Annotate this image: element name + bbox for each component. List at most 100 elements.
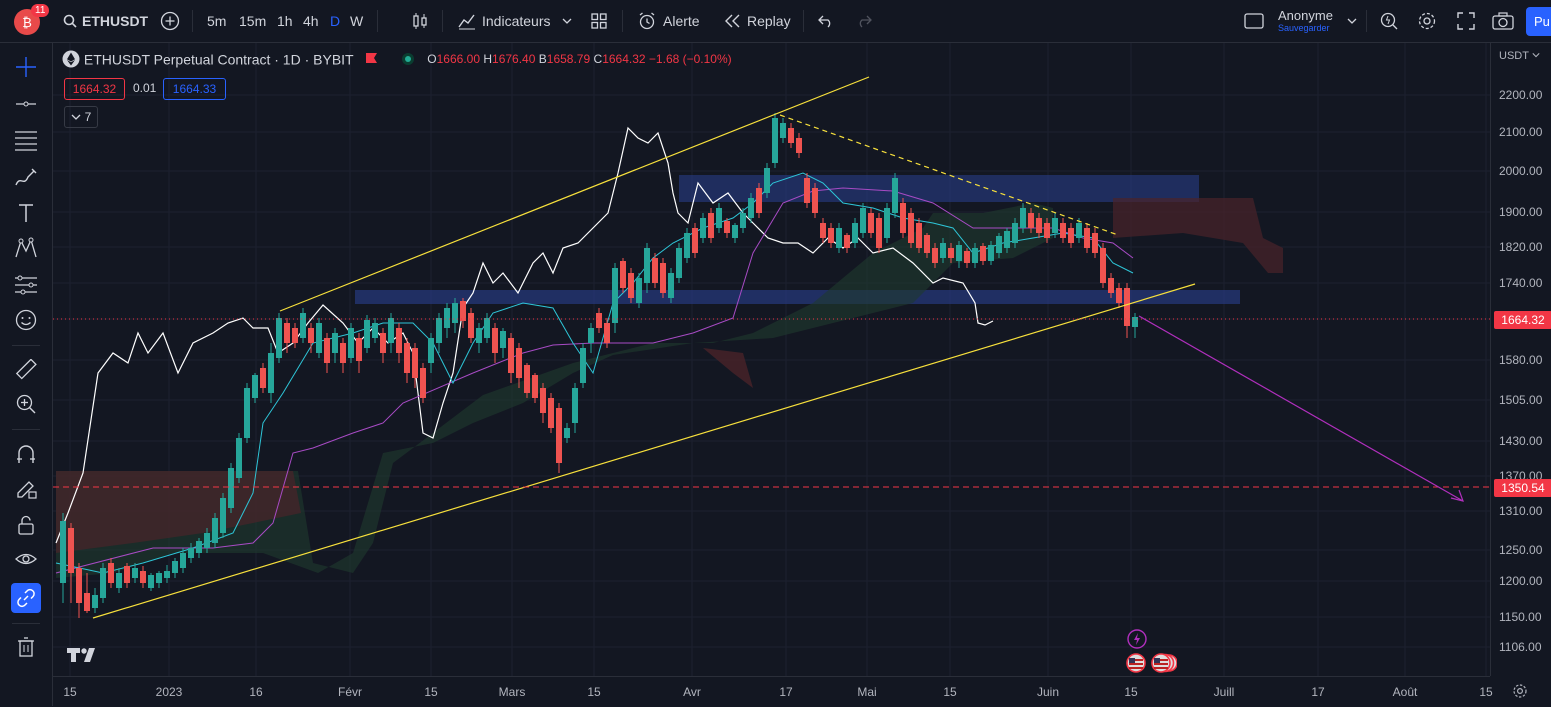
icons-tool[interactable]	[11, 305, 41, 335]
user-menu[interactable]: Anonyme Sauvegarder	[1278, 0, 1333, 42]
forecast-icon	[15, 275, 37, 295]
remove-drawings-tool[interactable]	[11, 632, 41, 662]
candle-body	[788, 128, 794, 143]
user-menu-chevron[interactable]	[1347, 0, 1357, 42]
chart-settings-button[interactable]	[1512, 683, 1528, 704]
candle-body	[540, 388, 546, 413]
layouts-button[interactable]	[590, 0, 608, 42]
replay-button[interactable]: Replay	[724, 0, 791, 42]
candle-body	[436, 318, 442, 343]
candle-body	[860, 208, 866, 233]
candle-body	[1004, 231, 1010, 248]
magnet-tool[interactable]	[11, 439, 41, 469]
interval-5m[interactable]: 5m	[207, 0, 226, 42]
fib-retracement-icon	[15, 131, 37, 151]
support-zone	[355, 290, 1240, 304]
candle-body	[260, 368, 266, 388]
candle-body	[748, 198, 754, 218]
interval-w[interactable]: W	[350, 0, 363, 42]
candle-body	[548, 398, 554, 428]
symbol-search[interactable]: ETHUSDT	[63, 0, 148, 42]
candle-body	[1124, 288, 1130, 326]
stay-drawing-tool[interactable]	[11, 474, 41, 504]
flag-icon[interactable]	[364, 52, 378, 66]
user-name: Anonyme	[1278, 7, 1333, 23]
candle-body	[828, 228, 834, 243]
prediction-tool[interactable]	[11, 270, 41, 300]
symbol-title[interactable]: ETHUSDT Perpetual Contract · 1D · BYBIT	[84, 51, 354, 67]
separator	[12, 345, 40, 346]
interval-1h[interactable]: 1h	[277, 0, 293, 42]
text-icon	[19, 204, 33, 222]
candle-body	[196, 541, 202, 553]
tradingview-logo[interactable]	[67, 646, 101, 669]
compare-button[interactable]	[160, 0, 180, 42]
chart-type-button[interactable]	[410, 0, 430, 42]
candle-body	[356, 338, 362, 361]
candle-body	[1036, 218, 1042, 233]
grid-icon	[591, 13, 607, 29]
indicators-button[interactable]: Indicateurs	[457, 0, 572, 42]
pattern-tool[interactable]	[11, 233, 41, 263]
crosshair-icon	[16, 57, 36, 77]
interval-4h[interactable]: 4h	[303, 0, 319, 42]
text-tool[interactable]	[11, 198, 41, 228]
plus-circle-icon	[160, 11, 180, 31]
zoom-tool[interactable]	[11, 389, 41, 419]
interval-d[interactable]: D	[330, 0, 340, 42]
candle-body	[844, 235, 850, 248]
undo-button[interactable]	[818, 0, 834, 42]
price-tick: 1580.00	[1499, 353, 1543, 367]
settings-button[interactable]	[1417, 0, 1437, 42]
svg-text:₿: ₿	[22, 16, 32, 31]
candle-body	[92, 595, 98, 608]
price-chart[interactable]	[53, 43, 1490, 676]
sell-price-button[interactable]: 1664.32	[64, 78, 125, 100]
chevron-down-icon	[563, 18, 572, 24]
layout-select-checkbox[interactable]	[1244, 0, 1264, 42]
fib-tool[interactable]	[11, 125, 41, 155]
candle-body	[612, 268, 618, 323]
candle-body	[780, 123, 786, 138]
brush-tool[interactable]	[11, 163, 41, 193]
fullscreen-button[interactable]	[1457, 0, 1475, 42]
currency-selector[interactable]: USDT	[1499, 50, 1540, 62]
indicators-toggle[interactable]: 7	[64, 106, 98, 128]
buy-price-button[interactable]: 1664.33	[163, 78, 226, 100]
separator	[803, 10, 804, 32]
chart-pane[interactable]	[53, 43, 1490, 676]
time-axis[interactable]: 15 2023 16 Févr 15 Mars 15 Avr 17 Mai 15…	[53, 676, 1493, 707]
earnings-event-marker[interactable]	[1127, 629, 1147, 654]
eye-icon	[15, 553, 37, 565]
price-axis[interactable]: USDT 2200.00 2100.00 2000.00 1900.00 182…	[1490, 43, 1551, 676]
candle-body	[324, 338, 330, 363]
candle-body	[876, 218, 882, 248]
quick-search-button[interactable]	[1379, 0, 1399, 42]
candle-body	[652, 258, 658, 283]
crosshair-tool[interactable]	[11, 52, 41, 82]
trendline-tool[interactable]	[11, 89, 41, 119]
alert-button[interactable]: Alerte	[637, 0, 700, 42]
candle-body	[1116, 288, 1122, 303]
time-tick: 17	[779, 685, 793, 699]
interval-15m[interactable]: 15m	[239, 0, 266, 42]
price-tick: 1310.00	[1499, 504, 1543, 518]
measure-tool[interactable]	[11, 355, 41, 385]
hide-drawings-tool[interactable]	[11, 544, 41, 574]
candle-body	[140, 571, 146, 583]
economic-event-marker[interactable]	[1125, 653, 1178, 678]
candle-body	[1044, 223, 1050, 238]
publish-button[interactable]: Pu	[1526, 0, 1551, 42]
redo-button[interactable]	[856, 0, 872, 42]
candle-body	[388, 318, 394, 343]
sync-drawings-tool[interactable]	[11, 583, 41, 613]
ichimoku-cloud-bear	[703, 348, 753, 388]
logo-button[interactable]: ₿ 11	[12, 0, 50, 42]
time-tick: Mars	[498, 685, 526, 699]
candle-body	[916, 223, 922, 248]
candle-body	[500, 331, 506, 348]
candle-body	[564, 428, 570, 438]
lock-drawings-tool[interactable]	[11, 510, 41, 540]
snapshot-button[interactable]	[1492, 0, 1514, 42]
candle-body	[668, 273, 674, 298]
